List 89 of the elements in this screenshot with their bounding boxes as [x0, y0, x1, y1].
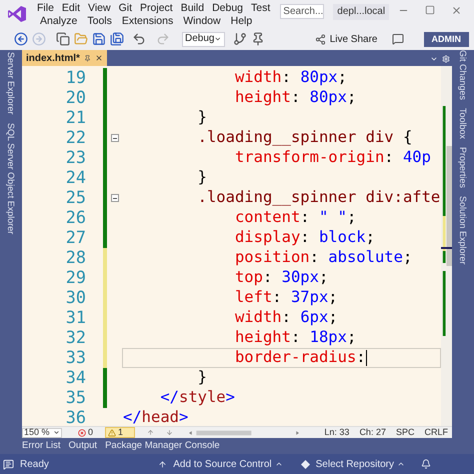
code-editor[interactable]: [22, 66, 452, 426]
menu-item[interactable]: Git: [114, 1, 136, 15]
search-field[interactable]: Search...: [280, 4, 324, 19]
close-icon[interactable]: [451, 5, 462, 16]
settings-icon[interactable]: [442, 55, 450, 63]
menu-item[interactable]: Edit: [58, 1, 84, 15]
code-line: height: 18px;: [234, 329, 356, 347]
code-line: width: 6px;: [234, 309, 338, 327]
line-indicator: Ln: 33: [324, 426, 350, 439]
tool-window-tab[interactable]: Error List: [22, 438, 61, 454]
repository-button[interactable]: Select Repository: [316, 456, 394, 472]
code-line: height: 80px;: [234, 89, 356, 107]
caret-icon: [53, 429, 60, 436]
branch-icon[interactable]: [233, 32, 247, 46]
vertical-scrollbar[interactable]: [441, 66, 452, 426]
side-panel-tab[interactable]: Toolbox: [457, 108, 469, 140]
side-panel-tab[interactable]: Server Explorer: [5, 52, 17, 115]
arrow-down-icon[interactable]: [166, 429, 174, 436]
menu-item[interactable]: Tools: [82, 15, 117, 28]
menu-item[interactable]: Project: [136, 1, 177, 15]
feedback-icon[interactable]: [392, 33, 404, 45]
new-item-icon[interactable]: [56, 32, 70, 46]
arrow-up-icon[interactable]: [147, 429, 154, 436]
message-icon: [3, 458, 14, 470]
side-panel-tab[interactable]: Properties: [457, 147, 469, 188]
file-tab[interactable]: index.html*: [22, 50, 107, 66]
error-icon: [78, 428, 86, 436]
code-line: position: absolute;: [234, 249, 412, 267]
save-all-icon[interactable]: [110, 32, 124, 46]
source-control-button[interactable]: Add to Source Control: [173, 456, 272, 472]
warning-icon: [108, 428, 116, 436]
maximize-icon[interactable]: [425, 5, 435, 15]
menu-item[interactable]: Test: [247, 1, 274, 15]
whitespace-indicator: SPC: [396, 426, 414, 439]
text-cursor: [366, 350, 367, 366]
menu-item[interactable]: File: [33, 1, 58, 15]
menu-item[interactable]: Build: [176, 1, 208, 15]
menu-item[interactable]: Window: [178, 15, 226, 28]
caret-icon: [214, 35, 222, 43]
share-icon: [314, 34, 326, 44]
line-ending-indicator: CRLF: [424, 426, 448, 439]
logo-icon: [7, 5, 27, 23]
code-line: border-radius:: [234, 349, 366, 367]
column-indicator: Ch: 27: [359, 426, 386, 439]
code-line: }: [196, 169, 207, 187]
code-line: }: [196, 109, 207, 127]
code-line: left: 37px;: [234, 289, 338, 307]
code-line: top: 30px;: [234, 269, 328, 287]
live-share-button[interactable]: Live Share: [330, 32, 378, 46]
code-line: .loading__spinner div:afte: [196, 189, 440, 207]
repository-icon: [300, 460, 310, 468]
fold-icon[interactable]: [110, 194, 118, 202]
pin-icon[interactable]: [84, 54, 91, 62]
account-button[interactable]: ADMIN: [424, 32, 469, 46]
code-line: display: block;: [234, 229, 375, 247]
horizontal-scrollbar[interactable]: [189, 428, 300, 436]
bell-icon[interactable]: [421, 459, 431, 469]
side-panel-tab[interactable]: Solution Explorer: [457, 196, 469, 265]
side-panel-tab[interactable]: Git Changes: [457, 50, 469, 100]
code-line: width: 80px;: [234, 69, 347, 87]
caret-icon: [274, 460, 283, 468]
menu-item[interactable]: Debug: [208, 1, 248, 15]
menu-item[interactable]: View: [84, 1, 115, 15]
tool-window-tab[interactable]: Package Manager Console: [105, 438, 220, 454]
menu-item[interactable]: Extensions: [116, 15, 178, 28]
undo-icon[interactable]: [132, 32, 146, 46]
code-line: .loading__spinner div {: [196, 129, 412, 147]
caret-icon: [397, 460, 405, 468]
error-count[interactable]: 0: [88, 426, 94, 440]
arrow-up-icon: [158, 460, 168, 468]
configuration-dropdown[interactable]: Debug: [182, 32, 225, 46]
tool-window-tab[interactable]: Output: [68, 438, 98, 454]
fold-icon[interactable]: [110, 134, 118, 142]
dropdown-icon[interactable]: [430, 55, 438, 63]
zoom-dropdown[interactable]: 150 %: [22, 428, 62, 438]
close-icon[interactable]: [94, 54, 103, 62]
save-icon[interactable]: [92, 32, 106, 46]
back-icon[interactable]: [14, 32, 28, 46]
solution-title: depl...local: [333, 4, 390, 20]
code-line: content: " ";: [234, 209, 356, 227]
pin-icon[interactable]: [251, 32, 265, 46]
menu-item[interactable]: Help: [226, 15, 258, 28]
side-panel-tab[interactable]: SQL Server Object Explorer: [5, 122, 17, 234]
status-text: Ready: [20, 458, 49, 472]
code-line: </style>: [159, 389, 235, 407]
code-line: </head>: [123, 409, 188, 426]
code-line: }: [196, 369, 207, 387]
code-line: transform-origin: 40p: [234, 149, 431, 167]
menu-item[interactable]: Analyze: [35, 15, 82, 28]
